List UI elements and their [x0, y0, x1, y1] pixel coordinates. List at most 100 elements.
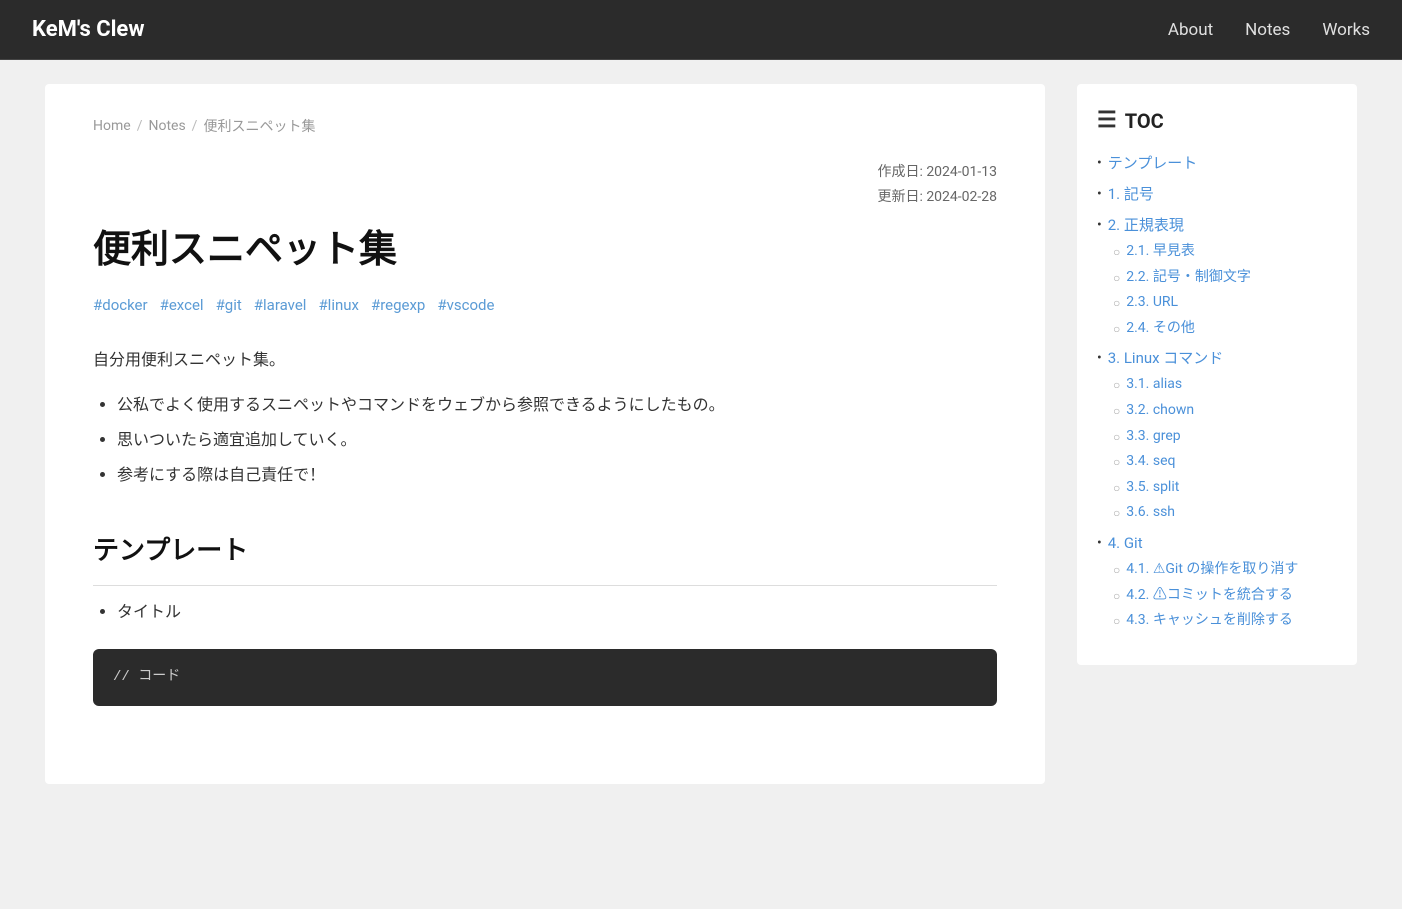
toc-sub-bullet-4-2: ○	[1113, 614, 1120, 628]
toc-item-2: • 2. 正規表現 ○ 2.1. 早見表 ○ 2.2. 記号・制御文字 ○ 2.…	[1097, 215, 1337, 338]
tag-docker[interactable]: #docker	[93, 296, 148, 314]
toc-sub-list-3: ○ 3.1. alias ○ 3.2. chown ○ 3.3. grep ○ …	[1113, 375, 1337, 523]
section1-heading: テンプレート	[93, 528, 997, 586]
breadcrumb: Home / Notes / 便利スニペット集	[93, 116, 997, 136]
breadcrumb-home[interactable]: Home	[93, 118, 131, 134]
toc-list: • テンプレート • 1. 記号 • 2. 正規表現 ○	[1097, 153, 1337, 631]
toc-sub-item-2-1: ○ 2.2. 記号・制御文字	[1113, 268, 1337, 288]
toc-bullet-2: •	[1097, 217, 1102, 233]
toc-sub-bullet-2-0: ○	[1113, 245, 1120, 259]
toc-sub-item-3-4: ○ 3.5. split	[1113, 478, 1337, 498]
nav-notes[interactable]: Notes	[1245, 20, 1290, 40]
toc-sub-link-3-0[interactable]: 3.1. alias	[1126, 375, 1182, 395]
toc-sub-bullet-3-4: ○	[1113, 481, 1120, 495]
code-placeholder: // コード	[113, 669, 180, 685]
toc-sub-item-2-3: ○ 2.4. その他	[1113, 319, 1337, 339]
toc-sub-item-4-1: ○ 4.2. ⚠コミットを統合する	[1113, 586, 1337, 606]
toc-item-main-1: • 1. 記号	[1097, 184, 1337, 205]
toc-sub-item-4-0: ○ 4.1. ⚠Git の操作を取り消す	[1113, 560, 1337, 580]
toc-bullet-0: •	[1097, 155, 1102, 171]
page-wrapper: Home / Notes / 便利スニペット集 作成日: 2024-01-13 …	[21, 60, 1381, 808]
toc-sub-link-3-1[interactable]: 3.2. chown	[1126, 401, 1194, 421]
section1-bullet1: タイトル	[117, 598, 997, 625]
toc-sub-bullet-3-3: ○	[1113, 455, 1120, 469]
breadcrumb-sep1: /	[137, 118, 143, 134]
bullet-item-1: 公私でよく使用するスニペットやコマンドをウェブから参照できるようにしたもの。	[117, 391, 997, 418]
toc-sub-bullet-4-1: ○	[1113, 589, 1120, 603]
toc-sub-link-2-0[interactable]: 2.1. 早見表	[1126, 242, 1195, 262]
article-body: 自分用便利スニペット集。 公私でよく使用するスニペットやコマンドをウェブから参照…	[93, 346, 997, 707]
main-content: Home / Notes / 便利スニペット集 作成日: 2024-01-13 …	[45, 84, 1045, 784]
toc-menu-icon: ☰	[1097, 108, 1117, 133]
toc-sub-link-4-2[interactable]: 4.3. キャッシュを削除する	[1126, 611, 1293, 631]
toc-bullet-1: •	[1097, 186, 1102, 202]
toc-sub-bullet-3-5: ○	[1113, 506, 1120, 520]
toc-item-0: • テンプレート	[1097, 153, 1337, 174]
tag-laravel[interactable]: #laravel	[254, 296, 307, 314]
nav-works[interactable]: Works	[1322, 20, 1370, 40]
section1-list: タイトル	[117, 598, 997, 625]
toc-sub-item-2-2: ○ 2.3. URL	[1113, 293, 1337, 313]
toc-sub-item-4-2: ○ 4.3. キャッシュを削除する	[1113, 611, 1337, 631]
tag-vscode[interactable]: #vscode	[437, 296, 494, 314]
toc-link-0[interactable]: テンプレート	[1108, 153, 1198, 174]
toc-link-3[interactable]: 3. Linux コマンド	[1108, 348, 1224, 369]
toc-item-main-2: • 2. 正規表現	[1097, 215, 1337, 236]
code-block: // コード	[93, 649, 997, 706]
toc-sub-link-2-1[interactable]: 2.2. 記号・制御文字	[1126, 268, 1251, 288]
toc-sub-bullet-2-1: ○	[1113, 271, 1120, 285]
toc-sub-list-2: ○ 2.1. 早見表 ○ 2.2. 記号・制御文字 ○ 2.3. URL ○ 2…	[1113, 242, 1337, 338]
toc-item-main-0: • テンプレート	[1097, 153, 1337, 174]
meta-dates: 作成日: 2024-01-13 更新日: 2024-02-28	[93, 160, 997, 210]
toc-sub-item-2-0: ○ 2.1. 早見表	[1113, 242, 1337, 262]
breadcrumb-sep2: /	[192, 118, 198, 134]
toc-link-1[interactable]: 1. 記号	[1108, 184, 1154, 205]
tag-excel[interactable]: #excel	[160, 296, 204, 314]
site-nav: About Notes Works	[1168, 20, 1370, 40]
toc-header: ☰ TOC	[1097, 108, 1337, 133]
toc-sub-bullet-4-0: ○	[1113, 563, 1120, 577]
toc-sub-link-4-1[interactable]: 4.2. ⚠コミットを統合する	[1126, 586, 1293, 606]
toc-sub-link-2-3[interactable]: 2.4. その他	[1126, 319, 1195, 339]
nav-about[interactable]: About	[1168, 20, 1213, 40]
toc-sub-bullet-2-3: ○	[1113, 322, 1120, 336]
toc-link-4[interactable]: 4. Git	[1108, 533, 1143, 554]
tags-container: #docker #excel #git #laravel #linux #reg…	[93, 296, 997, 314]
toc-bullet-4: •	[1097, 535, 1102, 551]
toc-sub-bullet-3-0: ○	[1113, 378, 1120, 392]
tag-git[interactable]: #git	[216, 296, 242, 314]
toc-sub-bullet-3-2: ○	[1113, 430, 1120, 444]
toc-sub-link-3-5[interactable]: 3.6. ssh	[1126, 503, 1175, 523]
toc-sub-item-3-3: ○ 3.4. seq	[1113, 452, 1337, 472]
toc-sub-item-3-1: ○ 3.2. chown	[1113, 401, 1337, 421]
toc-title: TOC	[1125, 109, 1164, 133]
toc-sub-bullet-2-2: ○	[1113, 296, 1120, 310]
toc-item-4: • 4. Git ○ 4.1. ⚠Git の操作を取り消す ○ 4.2. ⚠コミ…	[1097, 533, 1337, 631]
created-date: 作成日: 2024-01-13	[93, 160, 997, 185]
bullet-item-3: 参考にする際は自己責任で！	[117, 461, 997, 488]
toc-sub-list-4: ○ 4.1. ⚠Git の操作を取り消す ○ 4.2. ⚠コミットを統合する ○…	[1113, 560, 1337, 631]
toc-sub-link-4-0[interactable]: 4.1. ⚠Git の操作を取り消す	[1126, 560, 1298, 580]
toc-sub-item-3-5: ○ 3.6. ssh	[1113, 503, 1337, 523]
toc-sub-item-3-0: ○ 3.1. alias	[1113, 375, 1337, 395]
toc-bullet-3: •	[1097, 350, 1102, 366]
toc-sub-link-2-2[interactable]: 2.3. URL	[1126, 293, 1178, 313]
bullet-item-2: 思いついたら適宜追加していく。	[117, 426, 997, 453]
toc-item-3: • 3. Linux コマンド ○ 3.1. alias ○ 3.2. chow…	[1097, 348, 1337, 523]
toc-link-2[interactable]: 2. 正規表現	[1108, 215, 1184, 236]
tag-regexp[interactable]: #regexp	[371, 296, 425, 314]
article-description: 自分用便利スニペット集。	[93, 346, 997, 375]
tag-linux[interactable]: #linux	[318, 296, 359, 314]
toc-item-main-3: • 3. Linux コマンド	[1097, 348, 1337, 369]
site-title: KeM's Clew	[32, 17, 144, 42]
toc-sub-bullet-3-1: ○	[1113, 404, 1120, 418]
toc-item-1: • 1. 記号	[1097, 184, 1337, 205]
toc-item-main-4: • 4. Git	[1097, 533, 1337, 554]
sidebar-toc: ☰ TOC • テンプレート • 1. 記号 •	[1077, 84, 1357, 665]
toc-sub-link-3-3[interactable]: 3.4. seq	[1126, 452, 1175, 472]
toc-sub-link-3-2[interactable]: 3.3. grep	[1126, 427, 1180, 447]
updated-date: 更新日: 2024-02-28	[93, 185, 997, 210]
breadcrumb-notes[interactable]: Notes	[148, 118, 185, 134]
toc-sub-link-3-4[interactable]: 3.5. split	[1126, 478, 1179, 498]
site-header: KeM's Clew About Notes Works	[0, 0, 1402, 60]
